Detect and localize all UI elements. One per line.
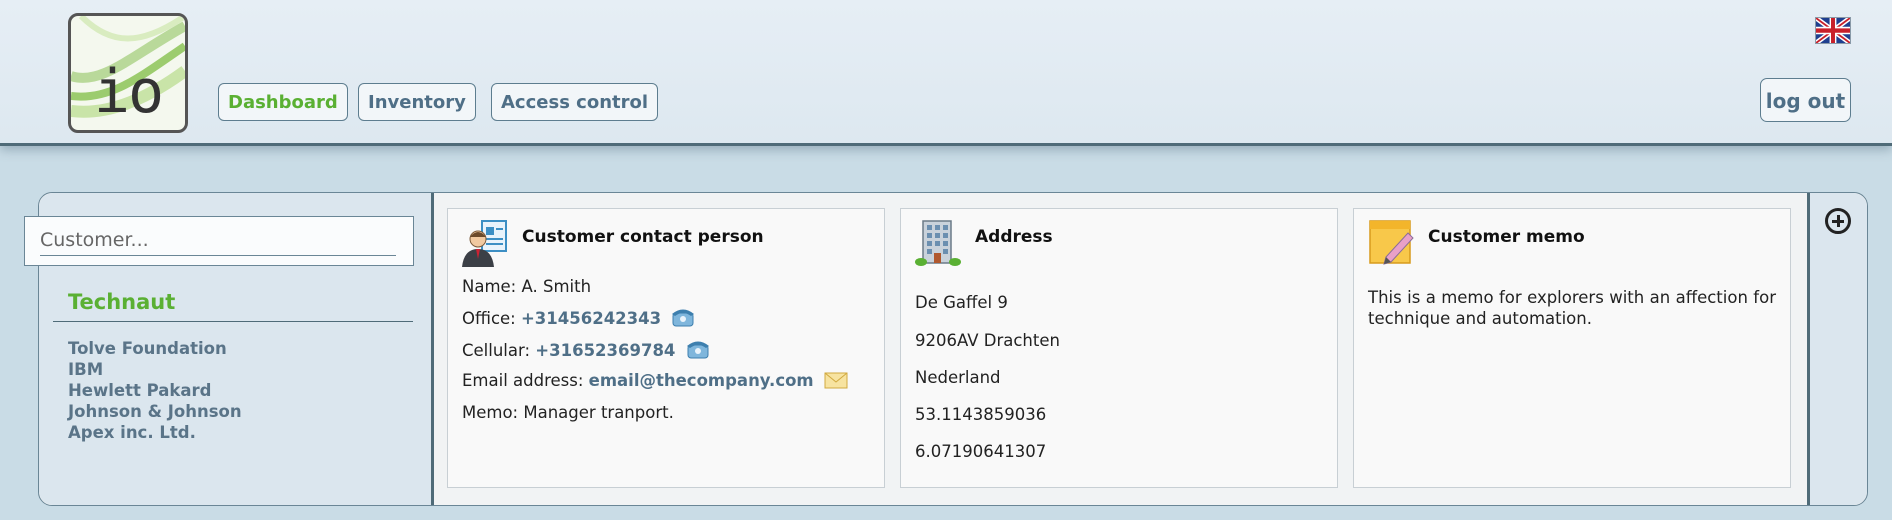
- nav-inventory-button[interactable]: Inventory: [358, 83, 476, 121]
- address-line: 9206AV Drachten: [915, 331, 1060, 350]
- customer-memo-text: This is a memo for explorers with an aff…: [1368, 288, 1776, 328]
- uk-flag-icon[interactable]: [1815, 17, 1851, 44]
- office-label: Office:: [462, 309, 516, 328]
- header: io Dashboard Inventory Access control lo…: [0, 0, 1892, 146]
- longitude-value: 6.07190641307: [915, 442, 1047, 461]
- office-phone-link[interactable]: +31456242343: [521, 309, 661, 328]
- memo-card-title: Customer memo: [1428, 227, 1585, 247]
- selected-customer-title: Technaut: [68, 290, 176, 314]
- contact-email-row: Email address: email@thecompany.com: [462, 371, 848, 390]
- customer-item[interactable]: Apex inc. Ltd.: [68, 422, 242, 443]
- address-card: Address De Gaffel 9 9206AV Drachten Nede…: [900, 208, 1338, 488]
- customer-search-box: [24, 216, 414, 266]
- customer-list: Tolve Foundation IBM Hewlett Pakard John…: [68, 338, 242, 443]
- logout-button[interactable]: log out: [1760, 78, 1851, 122]
- contact-name-row: Name: A. Smith: [462, 277, 591, 296]
- cellular-phone-link[interactable]: +31652369784: [535, 341, 675, 360]
- contact-person-icon: [462, 220, 507, 267]
- customer-memo-card: Customer memo This is a memo for explore…: [1353, 208, 1791, 488]
- right-action-bar: [1807, 193, 1867, 505]
- phone-icon[interactable]: [671, 307, 695, 327]
- phone-icon[interactable]: [686, 339, 710, 359]
- email-link[interactable]: email@thecompany.com: [589, 371, 814, 390]
- contact-card-title: Customer contact person: [522, 227, 764, 247]
- logo-text: io: [93, 57, 164, 127]
- address-line: Nederland: [915, 368, 1001, 387]
- contact-person-card: Customer contact person Name: A. Smith O…: [447, 208, 885, 488]
- cellular-label: Cellular:: [462, 341, 531, 360]
- name-label: Name:: [462, 277, 517, 296]
- customer-item[interactable]: Tolve Foundation: [68, 338, 242, 359]
- divider: [53, 321, 413, 322]
- contact-memo: Manager tranport.: [523, 403, 674, 422]
- customer-search-input[interactable]: [40, 225, 396, 256]
- nav-access-control-button[interactable]: Access control: [491, 83, 659, 121]
- app-logo[interactable]: io: [68, 13, 188, 133]
- contact-name: A. Smith: [521, 277, 592, 296]
- address-card-title: Address: [975, 227, 1053, 247]
- contact-memo-row: Memo: Manager tranport.: [462, 403, 674, 422]
- memo-note-icon: [1369, 220, 1414, 265]
- building-icon: [915, 220, 961, 266]
- nav-dashboard-button[interactable]: Dashboard: [218, 83, 348, 121]
- email-envelope-icon[interactable]: [824, 371, 848, 389]
- customer-item[interactable]: IBM: [68, 359, 242, 380]
- latitude-value: 53.1143859036: [915, 405, 1047, 424]
- add-circle-icon[interactable]: [1825, 208, 1851, 234]
- address-line: De Gaffel 9: [915, 293, 1008, 312]
- memo-label: Memo:: [462, 403, 519, 422]
- customer-item[interactable]: Johnson & Johnson: [68, 401, 242, 422]
- email-label: Email address:: [462, 371, 584, 390]
- contact-cellular-row: Cellular: +31652369784: [462, 339, 710, 360]
- customer-item[interactable]: Hewlett Pakard: [68, 380, 242, 401]
- contact-office-row: Office: +31456242343: [462, 307, 695, 328]
